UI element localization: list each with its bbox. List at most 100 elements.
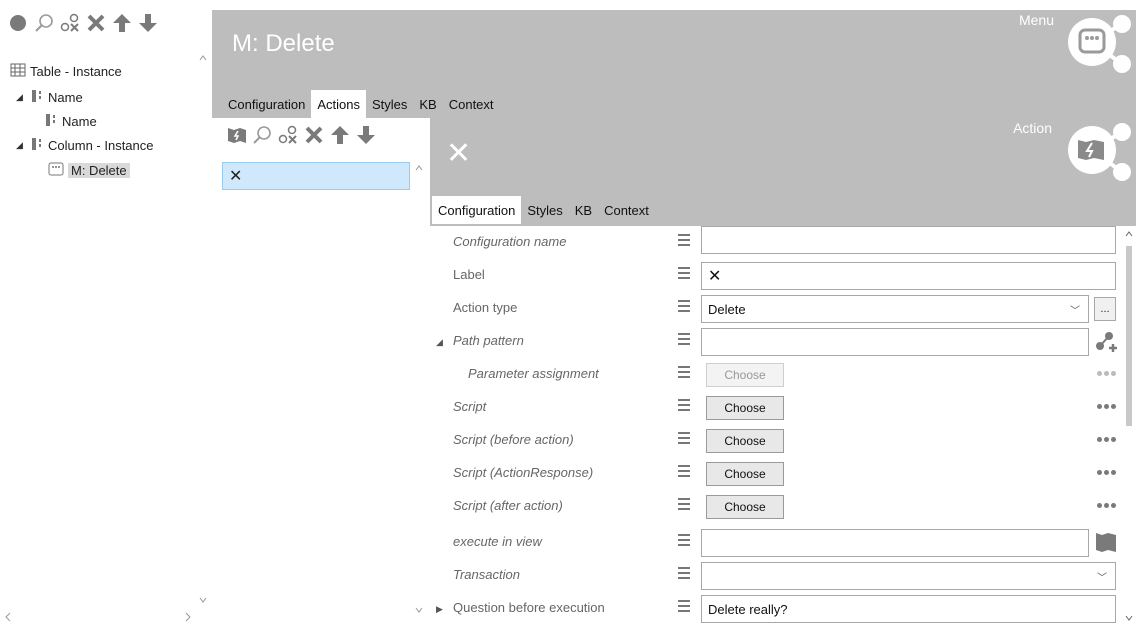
tree-item-m-delete[interactable]: M: Delete bbox=[48, 159, 130, 181]
menu-icon bbox=[48, 162, 64, 179]
tab-configuration[interactable]: Configuration bbox=[432, 196, 522, 224]
tab-kb[interactable]: KB bbox=[413, 90, 443, 118]
property-row-configuration-name: Configuration name bbox=[430, 226, 1120, 259]
configuration-name-input[interactable] bbox=[701, 226, 1116, 254]
actions-vertical-scrollbar[interactable] bbox=[412, 160, 426, 620]
menu-title: M: Delete bbox=[232, 30, 335, 57]
move-down-icon[interactable] bbox=[138, 13, 158, 33]
tab-configuration[interactable]: Configuration bbox=[222, 90, 312, 118]
add-icon[interactable] bbox=[8, 13, 28, 33]
row-menu-icon[interactable] bbox=[678, 300, 690, 312]
more-dots-icon[interactable] bbox=[1097, 371, 1116, 376]
add-action-icon[interactable] bbox=[226, 125, 246, 145]
tab-actions[interactable]: Actions bbox=[311, 90, 366, 118]
move-down-icon[interactable] bbox=[356, 125, 376, 145]
property-label: Script bbox=[453, 399, 487, 414]
column-icon bbox=[30, 89, 44, 106]
tree-item-label: Name bbox=[62, 113, 97, 129]
property-row-path-pattern: ◢ Path pattern bbox=[430, 325, 1120, 358]
property-label: Script (after action) bbox=[453, 498, 563, 513]
chevron-down-icon: ﹀ bbox=[1070, 306, 1080, 317]
action-type-select[interactable]: Delete ﹀ bbox=[701, 295, 1089, 323]
move-up-icon[interactable] bbox=[112, 13, 132, 33]
property-label: execute in view bbox=[453, 534, 542, 549]
search-icon[interactable] bbox=[34, 13, 54, 33]
script-choose-button[interactable]: Choose bbox=[706, 396, 784, 420]
row-menu-icon[interactable] bbox=[678, 366, 690, 378]
property-row-label: Label ✕ bbox=[430, 259, 1120, 292]
row-menu-icon[interactable] bbox=[678, 567, 690, 579]
property-row-script-action-response: Script (ActionResponse) Choose bbox=[430, 457, 1120, 490]
actions-list bbox=[222, 160, 412, 620]
property-row-execute-in-view: execute in view bbox=[430, 526, 1120, 559]
path-pattern-input[interactable] bbox=[701, 328, 1089, 356]
expand-caret-icon[interactable]: ◢ bbox=[16, 92, 26, 103]
row-menu-icon[interactable] bbox=[678, 465, 690, 477]
delete-icon[interactable] bbox=[304, 125, 324, 145]
menu-corner-label: Menu bbox=[1018, 12, 1054, 28]
search-icon[interactable] bbox=[252, 125, 272, 145]
chevron-down-icon: ﹀ bbox=[1097, 573, 1107, 584]
property-label: Action type bbox=[453, 300, 518, 315]
row-menu-icon[interactable] bbox=[678, 600, 690, 612]
parameter-assignment-choose-button[interactable]: Choose bbox=[706, 363, 784, 387]
menu-share-icon bbox=[1068, 15, 1131, 73]
action-share-icon bbox=[1068, 123, 1131, 181]
left-vertical-scrollbar[interactable] bbox=[196, 50, 210, 610]
tree-item-label: Column - Instance bbox=[48, 137, 154, 153]
row-menu-icon[interactable] bbox=[678, 267, 690, 279]
script-before-action-choose-button[interactable]: Choose bbox=[706, 429, 784, 453]
execute-in-view-input[interactable] bbox=[701, 529, 1089, 557]
more-dots-icon[interactable] bbox=[1097, 470, 1116, 475]
action-type-more-button[interactable]: ... bbox=[1094, 297, 1116, 321]
row-menu-icon[interactable] bbox=[678, 498, 690, 510]
tab-styles[interactable]: Styles bbox=[521, 196, 569, 224]
row-menu-icon[interactable] bbox=[678, 333, 690, 345]
delete-icon[interactable] bbox=[86, 13, 106, 33]
left-toolbar bbox=[8, 12, 158, 34]
property-row-script: Script Choose bbox=[430, 391, 1120, 424]
label-input[interactable]: ✕ bbox=[701, 262, 1116, 290]
column-icon bbox=[44, 113, 58, 130]
unlink-icon[interactable] bbox=[60, 13, 80, 33]
property-grid-scrollbar[interactable] bbox=[1122, 226, 1136, 625]
more-dots-icon[interactable] bbox=[1097, 404, 1116, 409]
tab-context[interactable]: Context bbox=[598, 196, 655, 224]
expand-caret-icon[interactable]: ◢ bbox=[16, 140, 26, 151]
script-after-action-choose-button[interactable]: Choose bbox=[706, 495, 784, 519]
view-icon[interactable] bbox=[1094, 530, 1118, 554]
property-label: Question before execution bbox=[453, 600, 605, 615]
move-up-icon[interactable] bbox=[330, 125, 350, 145]
more-dots-icon[interactable] bbox=[1097, 437, 1116, 442]
row-menu-icon[interactable] bbox=[678, 534, 690, 546]
more-dots-icon[interactable] bbox=[1097, 503, 1116, 508]
tree-item-table-instance[interactable]: Table - Instance bbox=[10, 60, 122, 82]
tab-context[interactable]: Context bbox=[442, 90, 500, 118]
property-row-script-before-action: Script (before action) Choose bbox=[430, 424, 1120, 457]
property-row-parameter-assignment: Parameter assignment Choose bbox=[430, 358, 1120, 391]
tab-kb[interactable]: KB bbox=[568, 196, 599, 224]
unlink-icon[interactable] bbox=[278, 125, 298, 145]
script-action-response-choose-button[interactable]: Choose bbox=[706, 462, 784, 486]
tree-item-name-group[interactable]: ◢ Name bbox=[16, 86, 83, 108]
action-corner-label: Action bbox=[1013, 120, 1052, 136]
tree-item-column-instance[interactable]: ◢ Column - Instance bbox=[16, 134, 154, 156]
tree-item-name[interactable]: Name bbox=[44, 110, 97, 132]
menu-tabs: Configuration Actions Styles KB Context bbox=[222, 90, 500, 118]
transaction-select[interactable]: ﹀ bbox=[701, 562, 1116, 590]
expand-caret-icon[interactable]: ▶ bbox=[436, 600, 443, 615]
tree-item-label: Table - Instance bbox=[30, 63, 122, 79]
tab-styles[interactable]: Styles bbox=[365, 90, 414, 118]
action-type-value: Delete bbox=[708, 301, 746, 317]
add-path-icon[interactable] bbox=[1094, 330, 1118, 354]
left-horizontal-scrollbar[interactable] bbox=[0, 609, 196, 625]
row-menu-icon[interactable] bbox=[678, 432, 690, 444]
row-menu-icon[interactable] bbox=[678, 234, 690, 246]
tree-item-label: Name bbox=[48, 89, 83, 105]
question-before-execution-input[interactable]: Delete really? bbox=[701, 595, 1116, 623]
expand-caret-icon[interactable]: ◢ bbox=[436, 333, 443, 348]
property-row-action-type: Action type Delete ﹀ ... bbox=[430, 292, 1120, 325]
row-menu-icon[interactable] bbox=[678, 399, 690, 411]
actions-list-item[interactable]: ✕ bbox=[222, 162, 410, 190]
property-label: Transaction bbox=[453, 567, 520, 582]
